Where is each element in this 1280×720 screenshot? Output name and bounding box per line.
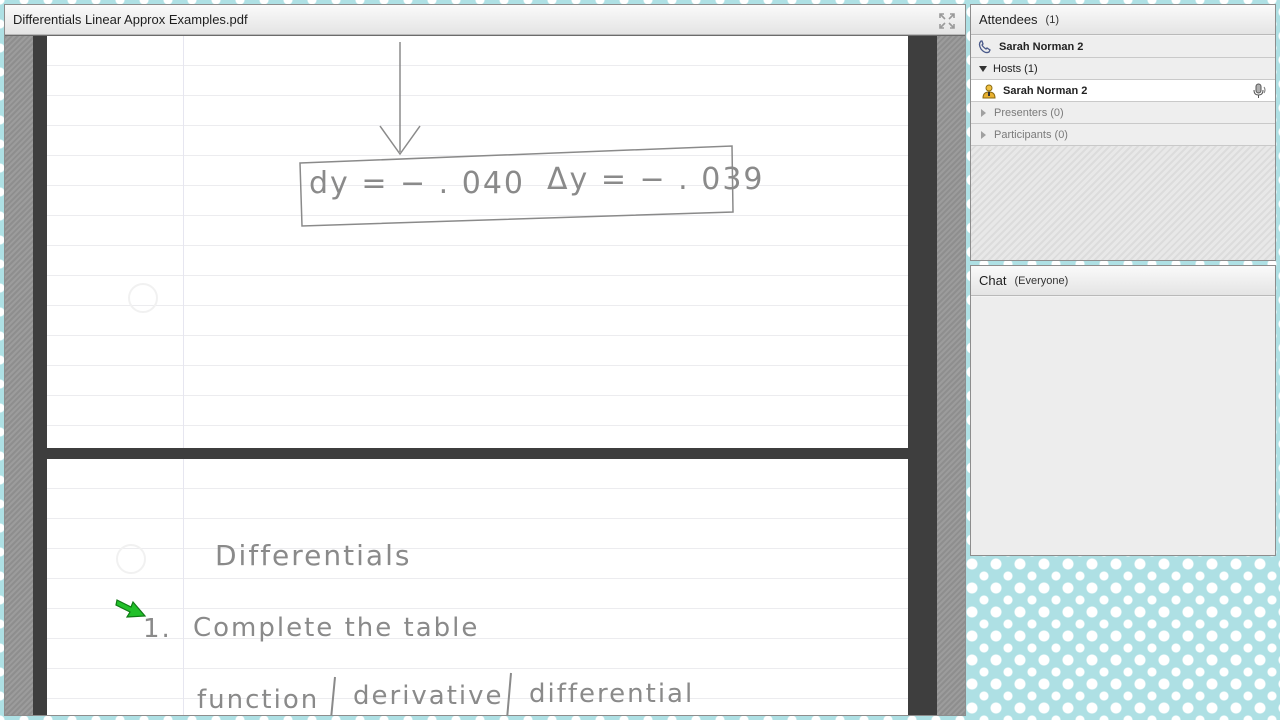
table-col-derivative: derivative <box>353 681 504 711</box>
share-pod-header: Differentials Linear Approx Examples.pdf <box>5 5 965 35</box>
handwritten-drawing <box>128 42 734 313</box>
current-user-row[interactable]: Sarah Norman 2 <box>971 36 1275 58</box>
attendees-header: Attendees (1) <box>971 5 1275 35</box>
attendees-pod: Attendees (1) Sarah Norman 2 Hosts (1) S… <box>970 4 1276 261</box>
host-name: Sarah Norman 2 <box>1003 84 1088 97</box>
pdf-page-2: Differentials 1. Complete the table func… <box>47 459 908 715</box>
participants-label: Participants (0) <box>994 128 1068 141</box>
dy-result: dy = − . 040 <box>309 166 526 201</box>
host-user-icon <box>982 84 996 98</box>
item-number: 1. <box>143 614 172 644</box>
chat-messages <box>971 297 1275 555</box>
document-canvas: dy = − . 040 Δy = − . 039 Differentials … <box>33 36 937 715</box>
share-pod: Differentials Linear Approx Examples.pdf <box>4 4 966 716</box>
participants-group[interactable]: Participants (0) <box>971 124 1275 146</box>
presenters-label: Presenters (0) <box>994 106 1064 119</box>
pointer-arrow-icon <box>115 599 147 618</box>
chat-scope[interactable]: (Everyone) <box>1014 275 1068 287</box>
chevron-down-icon[interactable] <box>979 65 987 72</box>
table-col-differential: differential <box>529 679 695 709</box>
hosts-label: Hosts (1) <box>993 62 1038 75</box>
handwritten-drawing <box>116 544 512 715</box>
attendees-count: (1) <box>1045 13 1059 26</box>
attendee-list: Sarah Norman 2 Hosts (1) Sarah Norman 2 … <box>971 36 1275 260</box>
delta-y-result: Δy = − . 039 <box>547 162 765 197</box>
item-text: Complete the table <box>193 613 480 643</box>
chevron-right-icon[interactable] <box>981 130 986 139</box>
chat-title: Chat <box>979 273 1007 288</box>
chat-header: Chat (Everyone) <box>971 266 1275 296</box>
phone-icon <box>978 39 991 53</box>
chevron-right-icon[interactable] <box>981 108 986 117</box>
attendees-title: Attendees <box>979 12 1038 27</box>
hosts-group[interactable]: Hosts (1) <box>971 58 1275 80</box>
presenters-group[interactable]: Presenters (0) <box>971 102 1275 124</box>
fullscreen-icon[interactable] <box>939 13 955 29</box>
pdf-page-1: dy = − . 040 Δy = − . 039 <box>47 36 908 448</box>
current-user-name: Sarah Norman 2 <box>999 40 1084 53</box>
document-viewport[interactable]: dy = − . 040 Δy = − . 039 Differentials … <box>5 36 965 715</box>
microphone-icon[interactable] <box>1251 83 1267 99</box>
document-title: Differentials Linear Approx Examples.pdf <box>13 12 248 27</box>
host-row[interactable]: Sarah Norman 2 <box>971 80 1275 102</box>
table-col-function: function <box>197 685 320 715</box>
page-heading: Differentials <box>215 539 412 572</box>
chat-pod: Chat (Everyone) <box>970 265 1276 556</box>
